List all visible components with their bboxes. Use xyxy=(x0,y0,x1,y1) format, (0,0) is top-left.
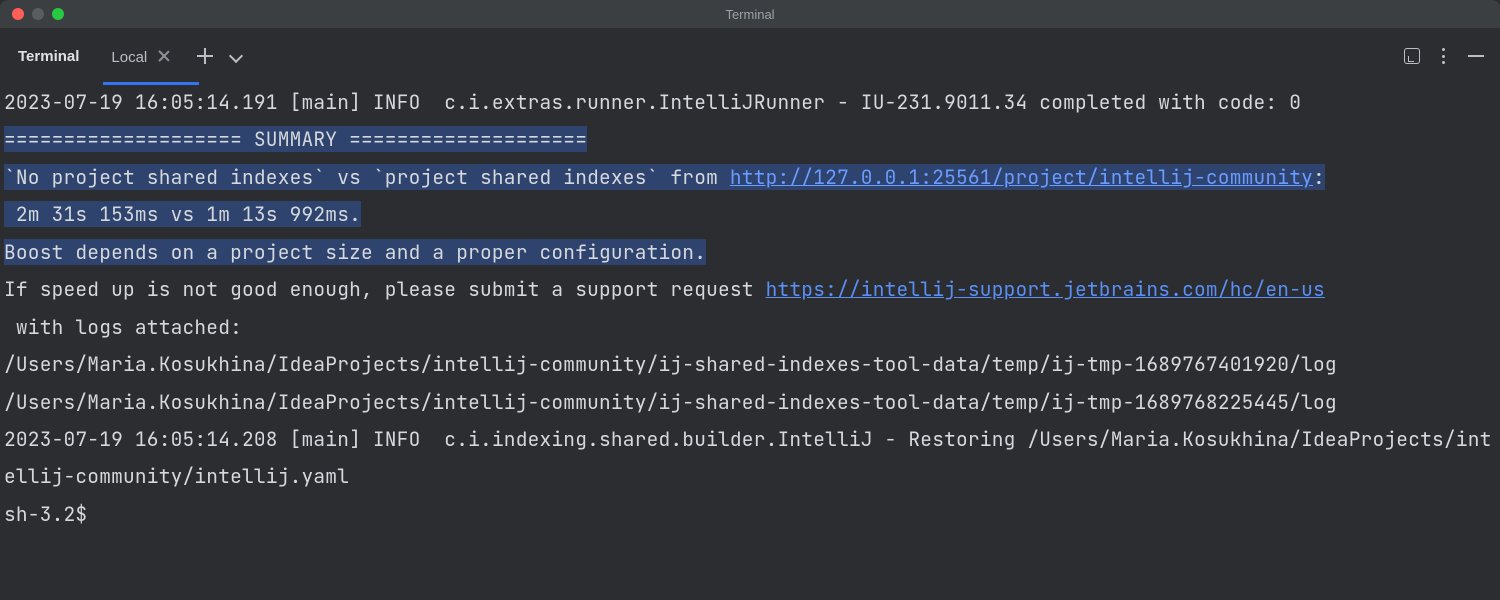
window-traffic-lights xyxy=(12,8,64,20)
log-path-line: /Users/Maria.Kosukhina/IdeaProjects/inte… xyxy=(4,389,1337,415)
support-line: If speed up is not good enough, please s… xyxy=(4,276,766,302)
hide-panel-icon[interactable] xyxy=(1468,55,1484,57)
log-line: 2023-07-19 16:05:14.191 [main] INFO c.i.… xyxy=(4,89,1301,115)
tab-label: Local xyxy=(111,47,147,66)
boost-note-line: Boost depends on a project size and a pr… xyxy=(4,239,706,265)
terminal-toolbar: Terminal Local xyxy=(0,28,1500,84)
log-line: 2023-07-19 16:05:14.208 [main] INFO c.i.… xyxy=(4,426,1492,489)
log-path-line: /Users/Maria.Kosukhina/IdeaProjects/inte… xyxy=(4,351,1337,377)
new-tab-icon[interactable] xyxy=(197,48,213,64)
resize-panel-icon[interactable] xyxy=(1404,48,1420,64)
toolwindow-title: Terminal xyxy=(18,48,79,65)
terminal-output[interactable]: 2023-07-19 16:05:14.191 [main] INFO c.i.… xyxy=(0,84,1500,533)
summary-header: ==================== SUMMARY ===========… xyxy=(4,126,587,152)
minimize-window-button[interactable] xyxy=(32,8,44,20)
timing-line: 2m 31s 153ms vs 1m 13s 992ms. xyxy=(4,201,361,227)
tab-dropdown-icon[interactable] xyxy=(229,49,243,63)
support-url-link[interactable]: https://intellij-support.jetbrains.com/h… xyxy=(766,276,1325,302)
summary-line: `No project shared indexes` vs `project … xyxy=(4,164,730,190)
close-tab-icon[interactable] xyxy=(157,49,171,63)
more-options-icon[interactable] xyxy=(1442,48,1446,64)
window-titlebar: Terminal xyxy=(0,0,1500,28)
zoom-window-button[interactable] xyxy=(52,8,64,20)
shell-prompt: sh-3.2$ xyxy=(4,501,87,527)
window-title: Terminal xyxy=(0,7,1500,22)
active-tab-indicator xyxy=(103,82,199,85)
close-window-button[interactable] xyxy=(12,8,24,20)
logs-attached-line: with logs attached: xyxy=(4,314,242,340)
terminal-tab-local[interactable]: Local xyxy=(105,28,177,84)
project-url-link[interactable]: http://127.0.0.1:25561/project/intellij-… xyxy=(730,164,1313,190)
summary-line-tail: : xyxy=(1313,164,1325,190)
